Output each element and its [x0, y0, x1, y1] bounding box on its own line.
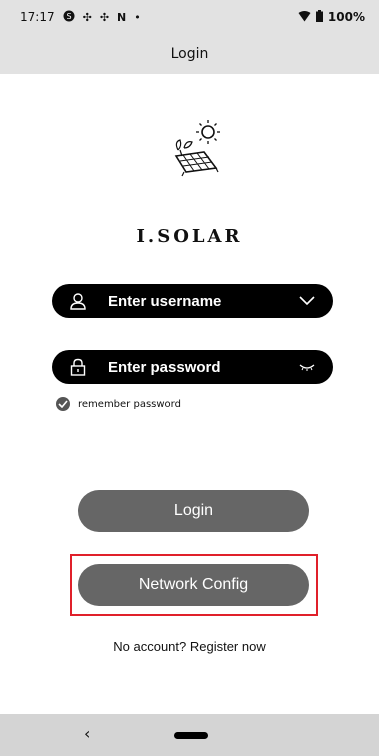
remember-checkbox[interactable] [56, 397, 70, 411]
status-time: 17:17 [20, 10, 55, 24]
status-bar: 17:17 S ✣ ✣ N • 100% [0, 0, 379, 34]
status-right: 100% [298, 10, 365, 24]
home-pill-icon[interactable] [174, 732, 208, 739]
s-notification-icon: S [63, 10, 75, 24]
battery-percent: 100% [327, 10, 365, 24]
chevron-down-icon[interactable] [297, 291, 317, 311]
fan-notification-icon-2: ✣ [99, 10, 110, 24]
wifi-icon [298, 10, 311, 24]
remember-password-row[interactable]: remember password [56, 397, 181, 411]
navigation-bar: ‹ [0, 714, 379, 756]
username-field[interactable]: Enter username [52, 284, 333, 318]
title-bar: Login [0, 34, 379, 74]
dot-notification-icon: • [134, 10, 141, 24]
svg-text:S: S [66, 12, 71, 21]
status-left: 17:17 S ✣ ✣ N • [20, 10, 141, 24]
remember-label: remember password [78, 398, 181, 410]
register-link[interactable]: No account? Register now [0, 639, 379, 654]
battery-icon [315, 10, 323, 24]
login-button[interactable]: Login [78, 490, 309, 532]
eye-closed-icon[interactable] [297, 357, 317, 377]
network-config-button[interactable]: Network Config [78, 564, 309, 606]
username-input[interactable]: Enter username [108, 293, 297, 310]
brand-name: I.SOLAR [136, 226, 243, 247]
lock-icon [68, 357, 88, 377]
n-notification-icon: N [117, 10, 127, 24]
user-icon [68, 291, 88, 311]
password-field[interactable]: Enter password [52, 350, 333, 384]
fan-notification-icon: ✣ [82, 10, 92, 24]
password-input[interactable]: Enter password [108, 359, 297, 376]
solar-panel-sun-icon [160, 112, 230, 182]
back-icon[interactable]: ‹ [84, 724, 90, 743]
page-title: Login [170, 46, 209, 62]
